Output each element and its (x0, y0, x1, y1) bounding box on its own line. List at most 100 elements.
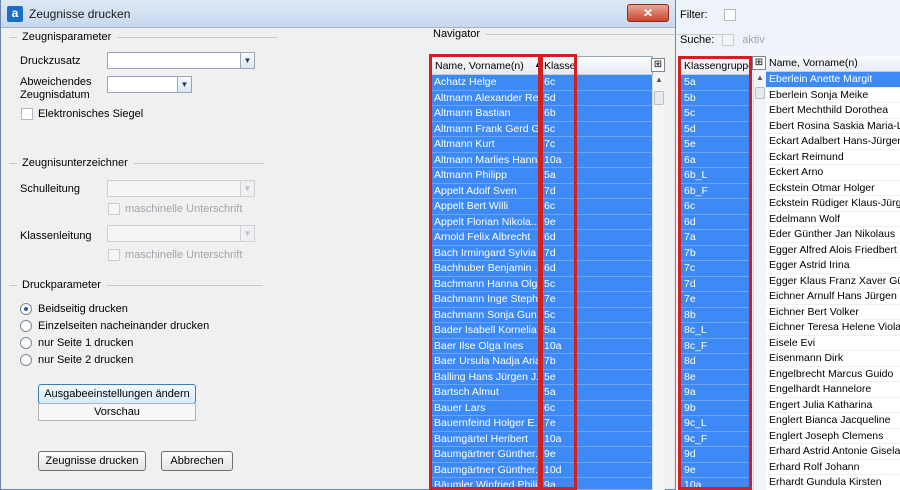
navigator-row[interactable]: Bauernfeind Holger E... 7e (432, 416, 652, 432)
navigator-row[interactable]: Baer Ursula Nadja Aria... 7b (432, 354, 652, 370)
column-chooser-icon[interactable]: ⊞ (651, 58, 665, 72)
class-group-cell[interactable]: 6b_L (681, 168, 749, 184)
print-option-page1[interactable]: nur Seite 1 drucken (20, 337, 133, 349)
class-group-cell[interactable]: 7d (681, 276, 749, 292)
student-list-row[interactable]: Eder Günther Jan Nikolaus (766, 227, 900, 243)
student-list-row[interactable]: Egger Alfred Alois Friedbert (766, 243, 900, 258)
student-list-row[interactable]: Engelhardt Hannelore (766, 382, 900, 398)
navigator-row[interactable]: Altmann Frank Gerd G... 5c (432, 121, 652, 137)
klassenleitung-machine-sig-row[interactable]: maschinelle Unterschrift (108, 249, 242, 261)
student-list-row[interactable]: Erhard Astrid Antonie Gisela (766, 444, 900, 460)
navigator-row[interactable]: Baumgärtner Günther... 10d (432, 462, 652, 478)
student-list-row[interactable]: Eichner Bert Volker (766, 305, 900, 320)
class-group-cell[interactable]: 7b (681, 245, 749, 261)
student-list-row[interactable]: Eckert Arno (766, 165, 900, 181)
siegel-checkbox[interactable] (21, 108, 33, 120)
chevron-down-icon[interactable]: ▼ (240, 226, 254, 241)
student-list-row[interactable]: Edelmann Wolf (766, 212, 900, 227)
class-group-cell[interactable]: 9b (681, 400, 749, 416)
class-group-cell[interactable]: 7e (681, 292, 749, 308)
student-list-row[interactable]: Egger Klaus Franz Xaver Günther (766, 274, 900, 289)
student-list-row[interactable]: Ebert Mechthild Dorothea (766, 103, 900, 119)
navigator-row[interactable]: Baer Ilse Olga Ines 10a (432, 338, 652, 354)
schulleitung-machine-sig-row[interactable]: maschinelle Unterschrift (108, 203, 242, 215)
navigator-row[interactable]: Altmann Marlies Hanna 10a (432, 152, 652, 168)
student-list-row[interactable]: Eckstein Rüdiger Klaus-Jürgen (766, 196, 900, 212)
class-group-cell[interactable]: 6d (681, 214, 749, 230)
class-group-cell[interactable]: 6b_F (681, 183, 749, 199)
student-list-row[interactable]: Eberlein Anette Margit (766, 72, 900, 88)
print-option-duplex[interactable]: Beidseitig drucken (20, 303, 128, 315)
chevron-down-icon[interactable]: ▼ (240, 181, 254, 196)
filter-checkbox[interactable] (723, 9, 736, 21)
class-group-cell[interactable]: 8d (681, 354, 749, 370)
klassenleitung-machine-sig-checkbox[interactable] (108, 249, 120, 261)
output-settings-button[interactable]: Ausgabeeinstellungen ändern (38, 384, 196, 404)
navigator-scrollbar[interactable]: ▲ (652, 75, 665, 490)
navigator-row[interactable]: Bachmann Inge Steph... 7e (432, 292, 652, 308)
sort-ascending-icon[interactable]: ▲ (534, 60, 542, 69)
navigator-row[interactable]: Baumgärtner Günther... 9e (432, 447, 652, 463)
class-group-cell[interactable]: 9d (681, 447, 749, 463)
class-group-cell[interactable]: 8b (681, 307, 749, 323)
class-group-cell[interactable]: 5b (681, 90, 749, 106)
student-list-row[interactable]: Eichner Teresa Helene Viola (766, 320, 900, 336)
column-header-name[interactable]: Name, Vorname(n) (435, 60, 524, 72)
schulleitung-select[interactable]: ▼ (107, 180, 255, 197)
navigator-row[interactable]: Appelt Bert Willi 6c (432, 199, 652, 215)
student-list-row[interactable]: Eckart Adalbert Hans-Jürgen Otto (766, 134, 900, 150)
class-group-cell[interactable]: 7c (681, 261, 749, 277)
student-list-row[interactable]: Engelbrecht Marcus Guido (766, 367, 900, 382)
navigator-row[interactable]: Altmann Kurt 7c (432, 137, 652, 153)
navigator-row[interactable]: Arnold Felix Albrecht 6d (432, 230, 652, 246)
print-option-single[interactable]: Einzelseiten nacheinander drucken (20, 320, 209, 332)
radio-single[interactable] (20, 320, 32, 332)
klassenleitung-select[interactable]: ▼ (107, 225, 255, 242)
class-group-cell[interactable]: 9a (681, 385, 749, 401)
schulleitung-machine-sig-checkbox[interactable] (108, 203, 120, 215)
cancel-button[interactable]: Abbrechen (161, 451, 233, 471)
siegel-row[interactable]: Elektronisches Siegel (21, 108, 143, 120)
student-list-row[interactable]: Erhard Rolf Johann (766, 460, 900, 475)
navigator-list[interactable]: Name, Vorname(n) ▲ Klasse Achatz Helge 6c… (431, 56, 653, 490)
navigator-row[interactable]: Baumgärtel Heribert 10a (432, 431, 652, 447)
preview-button[interactable]: Vorschau (38, 403, 196, 421)
student-list-row[interactable]: Eckart Reimund (766, 150, 900, 165)
student-list-row[interactable]: Eichner Arnulf Hans Jürgen (766, 289, 900, 305)
navigator-row[interactable]: Achatz Helge 6c (432, 75, 652, 91)
student-list-row[interactable]: Egger Astrid Irina (766, 258, 900, 274)
chevron-down-icon[interactable]: ▼ (240, 53, 254, 68)
student-list-row[interactable]: Englert Joseph Clemens (766, 429, 900, 444)
student-list[interactable]: Name, Vorname(n) Eberlein Anette Margit E… (766, 56, 900, 490)
student-list-row[interactable]: Erhardt Gundula Kirsten (766, 475, 900, 490)
navigator-row[interactable]: Bäumler Winfried Phili... 9a (432, 478, 652, 489)
navigator-row[interactable]: Bach Irmingard Sylvia ... 7d (432, 245, 652, 261)
class-group-cell[interactable]: 6c (681, 199, 749, 215)
navigator-row[interactable]: Bauer Lars 6c (432, 400, 652, 416)
student-list-row[interactable]: Englert Bianca Jacqueline (766, 413, 900, 429)
class-group-cell[interactable]: 6a (681, 152, 749, 168)
class-group-cell[interactable]: 5e (681, 137, 749, 153)
student-list-row[interactable]: Eckstein Otmar Holger (766, 181, 900, 196)
navigator-row[interactable]: Bartsch Almut 5a (432, 385, 652, 401)
navigator-row[interactable]: Bachmann Hanna Olga 5c (432, 276, 652, 292)
class-group-header[interactable]: Klassengruppe (681, 59, 749, 75)
class-group-cell[interactable]: 9c_L (681, 416, 749, 432)
class-group-cell[interactable]: 8c_F (681, 338, 749, 354)
navigator-row[interactable]: Altmann Alexander Re... 5d (432, 90, 652, 106)
navigator-row[interactable]: Balling Hans Jürgen J... 5e (432, 369, 652, 385)
class-group-cell[interactable]: 5d (681, 121, 749, 137)
radio-page1[interactable] (20, 337, 32, 349)
class-group-cell[interactable]: 8e (681, 369, 749, 385)
navigator-row[interactable]: Altmann Philipp 5a (432, 168, 652, 184)
date-picker[interactable]: ▼ (107, 76, 192, 93)
student-list-row[interactable]: Eberlein Sonja Meike (766, 88, 900, 103)
navigator-row[interactable]: Altmann Bastian 6b (432, 106, 652, 122)
student-list-row[interactable]: Ebert Rosina Saskia Maria-Luise (766, 119, 900, 134)
druckzusatz-select[interactable]: ▼ (107, 52, 255, 69)
class-group-cell[interactable]: 9e (681, 462, 749, 478)
student-list-row[interactable]: Eisele Evi (766, 336, 900, 351)
close-button[interactable]: ✕ (627, 4, 669, 22)
navigator-row[interactable]: Bader Isabell Kornelia 5a (432, 323, 652, 339)
student-list-row[interactable]: Eisenmann Dirk (766, 351, 900, 367)
